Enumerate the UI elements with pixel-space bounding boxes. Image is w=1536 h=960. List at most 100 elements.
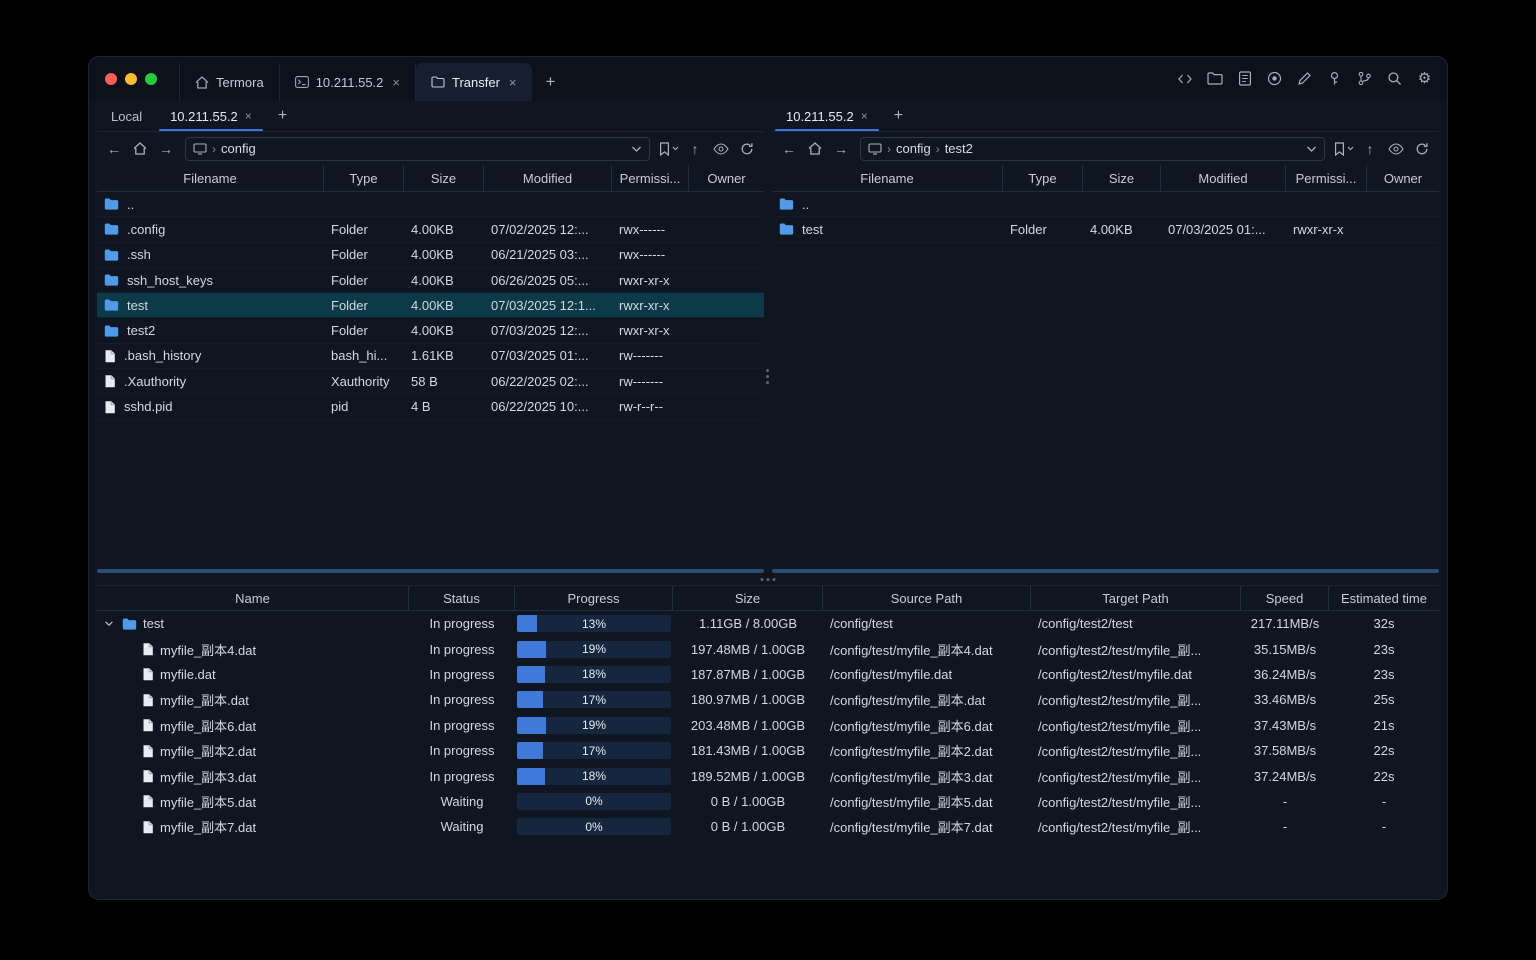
refresh-button[interactable] xyxy=(736,138,758,160)
column-header-permissi[interactable]: Permissi... xyxy=(1286,165,1367,191)
column-header-type[interactable]: Type xyxy=(324,165,404,191)
transfer-row[interactable]: myfile_副本4.dat In progress 19% 197.48MB / 1… xyxy=(97,636,1439,661)
close-icon[interactable]: × xyxy=(245,109,252,123)
log-icon[interactable] xyxy=(1236,70,1253,87)
column-header-type[interactable]: Type xyxy=(1003,165,1083,191)
bookmark-button[interactable] xyxy=(658,138,680,160)
column-header-modified[interactable]: Modified xyxy=(1161,165,1286,191)
breadcrumb-segment[interactable]: config xyxy=(896,141,931,156)
key-icon[interactable] xyxy=(1326,70,1343,87)
progress-cell: 18% xyxy=(515,662,673,687)
transfer-row[interactable]: myfile_副本2.dat In progress 17% 181.43MB / 1… xyxy=(97,738,1439,763)
modified-cell: 06/21/2025 03:... xyxy=(491,247,589,263)
file-row[interactable]: test Folder 4.00KB 07/03/2025 01:... rwxr-xr… xyxy=(771,217,1439,243)
column-header-size[interactable]: Size xyxy=(1083,165,1161,191)
filename-cell: sshd.pid xyxy=(97,394,324,418)
column-header-size[interactable]: Size xyxy=(404,165,484,191)
bookmark-button[interactable] xyxy=(1333,138,1355,160)
file-row[interactable]: .Xauthority Xauthority 58 B 06/22/2025 02:.… xyxy=(97,369,764,395)
minimize-button[interactable] xyxy=(125,73,137,85)
file-row[interactable]: .. xyxy=(771,192,1439,218)
back-button[interactable]: ← xyxy=(103,138,125,160)
file-row[interactable]: .config Folder 4.00KB 07/02/2025 12:... rwx-… xyxy=(97,217,764,243)
horizontal-scrollbar[interactable] xyxy=(97,569,764,573)
panel-tab-10-211-55-2[interactable]: 10.211.55.2 × xyxy=(156,101,266,131)
file-row[interactable]: .. xyxy=(97,192,764,218)
transfer-table: test In progress 13% 1.11GB / 8.00GB/config… xyxy=(97,611,1439,899)
tab-10-211-55-2[interactable]: 10.211.55.2 × xyxy=(280,63,416,101)
horizontal-scrollbar[interactable] xyxy=(771,569,1439,573)
panel-tab-local[interactable]: Local xyxy=(97,101,156,131)
search-icon[interactable] xyxy=(1386,70,1403,87)
chevron-down-icon[interactable] xyxy=(1306,145,1317,153)
column-header-target-path[interactable]: Target Path xyxy=(1031,586,1241,610)
breadcrumb-segment[interactable]: test2 xyxy=(945,141,973,156)
transfer-row[interactable]: myfile_副本.dat In progress 17% 180.97MB / 1.… xyxy=(97,687,1439,712)
column-header-estimated-time[interactable]: Estimated time xyxy=(1329,586,1439,610)
column-header-permissi[interactable]: Permissi... xyxy=(612,165,689,191)
panel-splitter[interactable] xyxy=(764,101,772,575)
file-row[interactable]: sshd.pid pid 4 B 06/22/2025 10:... rw-r--r-- xyxy=(97,394,764,420)
record-icon[interactable] xyxy=(1266,70,1283,87)
file-row[interactable]: .bash_history bash_hi... 1.61KB 07/03/2025 … xyxy=(97,344,764,370)
transfer-splitter[interactable] xyxy=(89,575,1447,585)
file-row[interactable]: test Folder 4.00KB 07/03/2025 12:1... rwxr-x… xyxy=(97,293,764,319)
home-button[interactable] xyxy=(129,138,151,160)
zoom-button[interactable] xyxy=(145,73,157,85)
target-path-cell: /config/test2/test/myfile_副... xyxy=(1038,794,1202,810)
column-header-progress[interactable]: Progress xyxy=(515,586,673,610)
forward-button[interactable]: → xyxy=(155,138,177,160)
tab-termora[interactable]: Termora xyxy=(179,63,280,101)
column-header-name[interactable]: Name xyxy=(97,586,409,610)
close-icon[interactable]: × xyxy=(509,75,517,90)
refresh-button[interactable] xyxy=(1411,138,1433,160)
home-button[interactable] xyxy=(804,138,826,160)
close-icon[interactable]: × xyxy=(392,75,400,90)
type-cell xyxy=(1003,192,1083,216)
filename-label: sshd.pid xyxy=(124,399,173,415)
column-header-status[interactable]: Status xyxy=(409,586,515,610)
transfer-row[interactable]: myfile_副本3.dat In progress 18% 189.52MB / 1… xyxy=(97,763,1439,788)
column-header-size[interactable]: Size xyxy=(673,586,823,610)
upload-button[interactable]: ↑ xyxy=(1359,138,1381,160)
file-row[interactable]: ssh_host_keys Folder 4.00KB 06/26/2025 05:.… xyxy=(97,268,764,294)
forward-button[interactable]: → xyxy=(830,138,852,160)
show-hidden-button[interactable] xyxy=(710,138,732,160)
back-button[interactable]: ← xyxy=(778,138,800,160)
chevron-down-icon[interactable] xyxy=(102,619,116,628)
column-header-source-path[interactable]: Source Path xyxy=(823,586,1031,610)
file-icon xyxy=(142,769,154,783)
chevron-down-icon[interactable] xyxy=(631,145,642,153)
transfer-row[interactable]: myfile_副本7.dat Waiting 0% 0 B / 1.00GB/conf… xyxy=(97,814,1439,839)
close-button[interactable] xyxy=(105,73,117,85)
size-cell: 197.48MB / 1.00GB xyxy=(690,641,806,657)
column-header-speed[interactable]: Speed xyxy=(1241,586,1329,610)
breadcrumb-segment[interactable]: config xyxy=(221,141,256,156)
code-icon[interactable] xyxy=(1176,70,1193,87)
path-bar[interactable]: › config xyxy=(185,136,650,161)
settings-icon[interactable]: ⚙ xyxy=(1416,70,1433,87)
column-header-filename[interactable]: Filename xyxy=(772,165,1003,191)
column-header-modified[interactable]: Modified xyxy=(484,165,612,191)
transfer-row[interactable]: myfile_副本6.dat In progress 19% 203.48MB / 1… xyxy=(97,713,1439,738)
new-tab-button[interactable]: + xyxy=(532,63,570,101)
transfer-row[interactable]: myfile.dat In progress 18% 187.87MB / 1.00G… xyxy=(97,662,1439,687)
folder-icon[interactable] xyxy=(1206,70,1223,87)
tab-transfer[interactable]: Transfer × xyxy=(416,63,532,101)
branch-icon[interactable] xyxy=(1356,70,1373,87)
file-row[interactable]: .ssh Folder 4.00KB 06/21/2025 03:... rwx----… xyxy=(97,243,764,268)
panel-tab-10-211-55-2[interactable]: 10.211.55.2 × xyxy=(772,101,882,131)
column-header-owner[interactable]: Owner xyxy=(1367,165,1439,191)
new-tab-button[interactable]: + xyxy=(882,101,915,131)
column-header-filename[interactable]: Filename xyxy=(97,165,324,191)
new-tab-button[interactable]: + xyxy=(266,101,299,131)
column-header-owner[interactable]: Owner xyxy=(689,165,764,191)
file-row[interactable]: test2 Folder 4.00KB 07/03/2025 12:... rwxr-x… xyxy=(97,318,764,344)
show-hidden-button[interactable] xyxy=(1385,138,1407,160)
close-icon[interactable]: × xyxy=(861,109,868,123)
path-bar[interactable]: › config › test2 xyxy=(859,136,1325,161)
edit-icon[interactable] xyxy=(1296,70,1313,87)
transfer-row[interactable]: test In progress 13% 1.11GB / 8.00GB/config… xyxy=(97,611,1439,636)
transfer-row[interactable]: myfile_副本5.dat Waiting 0% 0 B / 1.00GB/conf… xyxy=(97,789,1439,814)
upload-button[interactable]: ↑ xyxy=(684,138,706,160)
